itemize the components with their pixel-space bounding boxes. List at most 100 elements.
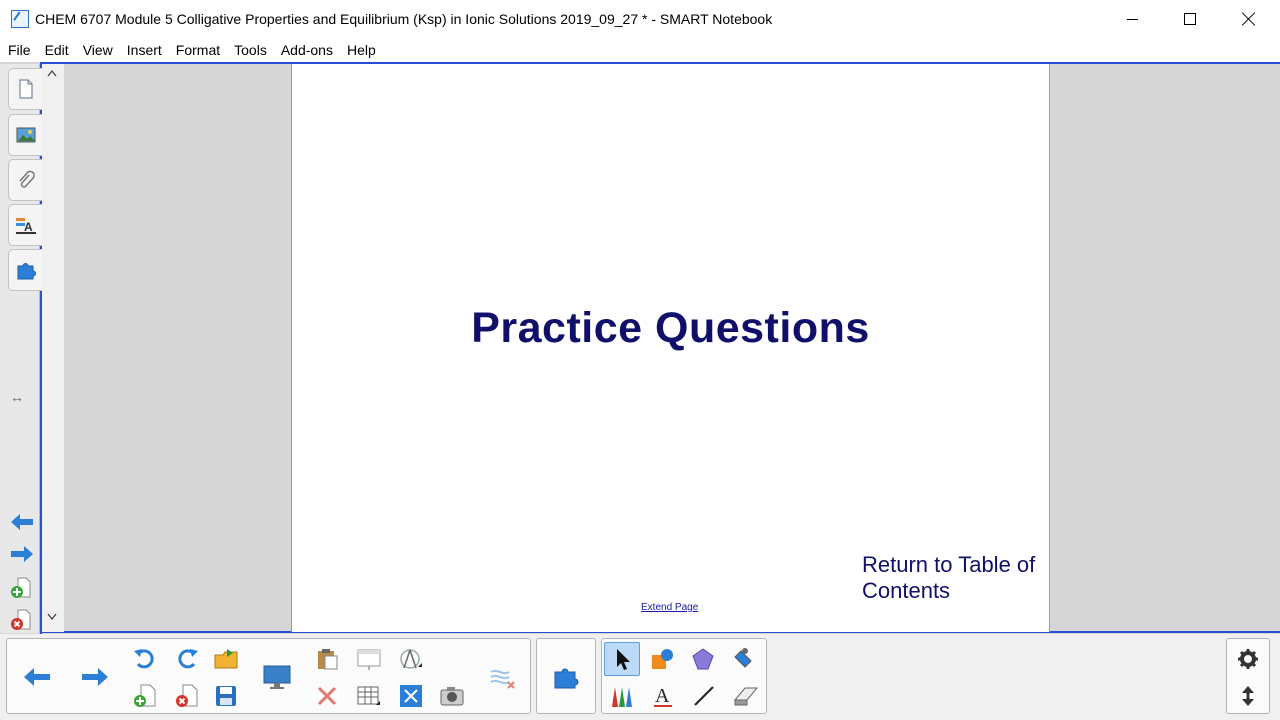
full-screen-button[interactable] <box>393 679 429 713</box>
addons-tab[interactable] <box>8 249 42 291</box>
pens-button[interactable] <box>604 679 640 713</box>
move-sidebar-icon[interactable]: ↔ <box>10 389 24 405</box>
menu-format[interactable]: Format <box>169 38 227 62</box>
monitor-icon <box>263 665 291 689</box>
addons-button[interactable] <box>548 642 584 712</box>
toolbar-addons-group <box>536 638 596 714</box>
paste-button[interactable] <box>309 642 345 676</box>
select-button[interactable] <box>604 642 640 676</box>
toolbar-settings-group <box>1226 638 1270 714</box>
gear-icon <box>1238 649 1258 669</box>
text-icon: A <box>654 685 672 707</box>
puzzle-icon <box>554 668 579 689</box>
menu-insert[interactable]: Insert <box>120 38 169 62</box>
sidebar-panel <box>42 64 64 632</box>
side-tab-strip: A ↔ <box>0 64 42 633</box>
open-folder-icon <box>214 649 238 669</box>
puzzle-icon <box>17 263 36 280</box>
full-screen-icon <box>400 685 422 707</box>
window-title: CHEM 6707 Module 5 Colligative Propertie… <box>35 11 773 27</box>
camera-icon <box>440 687 464 706</box>
screen-display-button[interactable] <box>259 642 295 712</box>
save-icon <box>216 686 236 706</box>
screen-shade-icon <box>357 649 381 670</box>
pens-icon <box>612 687 632 707</box>
shapes-icon <box>652 649 673 669</box>
return-to-contents-link[interactable]: Return to Table of Contents <box>862 552 1037 604</box>
move-toolbar-button[interactable] <box>1230 679 1266 713</box>
line-icon <box>694 686 714 706</box>
fill-button[interactable] <box>686 642 722 676</box>
magic-pen-icon <box>490 669 515 689</box>
smart-notebook-window: CHEM 6707 Module 5 Colligative Propertie… <box>0 0 1280 720</box>
menu-file[interactable]: File <box>1 38 38 62</box>
paperclip-icon <box>18 170 35 188</box>
add-page-button[interactable] <box>127 679 163 713</box>
scroll-down-icon[interactable] <box>47 613 57 621</box>
minimize-icon <box>1126 18 1138 20</box>
maximize-icon <box>1184 13 1196 25</box>
table-icon <box>357 686 380 705</box>
next-page-button[interactable] <box>77 642 113 712</box>
title-bar: CHEM 6707 Module 5 Colligative Propertie… <box>0 0 1280 38</box>
magic-pen-button[interactable] <box>484 642 520 712</box>
next-page-icon[interactable] <box>10 545 34 563</box>
settings-button[interactable] <box>1230 642 1266 676</box>
menu-addons[interactable]: Add-ons <box>274 38 340 62</box>
menu-view[interactable]: View <box>76 38 120 62</box>
shapes-button[interactable] <box>645 642 681 676</box>
svg-text:A: A <box>655 685 670 707</box>
properties-button[interactable] <box>727 642 763 676</box>
text-button[interactable]: A <box>645 679 681 713</box>
notebook-page[interactable]: Practice Questions Return to Table of Co… <box>291 64 1050 632</box>
page-sorter-tab[interactable] <box>8 68 42 110</box>
previous-page-button[interactable] <box>19 642 55 712</box>
close-icon <box>1242 12 1256 26</box>
paint-bucket-icon <box>734 648 752 668</box>
open-file-button[interactable] <box>208 642 244 676</box>
menu-tools[interactable]: Tools <box>227 38 274 62</box>
extend-page-link[interactable]: Extend Page <box>641 602 698 613</box>
bottom-toolbar: A <box>0 634 1280 720</box>
toolbar-tools-group: A <box>601 638 767 714</box>
clipboard-icon <box>318 649 338 670</box>
undo-icon <box>134 649 154 669</box>
compass-icon <box>400 649 422 669</box>
fill-icon <box>692 648 714 670</box>
toolbar-main-group <box>6 638 531 714</box>
app-icon <box>11 10 29 28</box>
delete-x-icon <box>317 686 337 706</box>
undo-button[interactable] <box>127 642 163 676</box>
capture-button[interactable] <box>434 679 470 713</box>
properties-tab[interactable]: A <box>8 204 42 246</box>
page-title[interactable]: Practice Questions <box>292 304 1049 353</box>
screen-shade-button[interactable] <box>351 642 387 676</box>
gallery-icon <box>16 127 35 143</box>
scroll-up-icon[interactable] <box>47 69 57 77</box>
redo-icon <box>178 649 198 669</box>
page-sorter-icon <box>18 79 33 99</box>
pointer-icon <box>617 649 630 670</box>
delete-page-icon[interactable] <box>10 609 34 631</box>
menu-help[interactable]: Help <box>340 38 383 62</box>
redo-button[interactable] <box>169 642 205 676</box>
attachments-tab[interactable] <box>8 159 42 201</box>
delete-button[interactable] <box>309 679 345 713</box>
minimize-button[interactable] <box>1103 0 1161 38</box>
eraser-icon <box>733 687 759 706</box>
add-page-icon[interactable] <box>10 577 34 599</box>
gallery-tab[interactable] <box>8 114 42 156</box>
previous-page-icon[interactable] <box>10 513 34 531</box>
delete-page-button[interactable] <box>169 679 205 713</box>
close-button[interactable] <box>1220 0 1278 38</box>
maximize-button[interactable] <box>1161 0 1219 38</box>
menu-edit[interactable]: Edit <box>38 38 76 62</box>
svg-text:A: A <box>24 220 33 234</box>
lines-button[interactable] <box>686 679 722 713</box>
insert-table-button[interactable] <box>351 679 387 713</box>
measurement-tools-button[interactable] <box>393 642 429 676</box>
updown-arrow-icon <box>1242 686 1254 706</box>
next-page-icon <box>82 668 108 686</box>
save-button[interactable] <box>208 679 244 713</box>
eraser-button[interactable] <box>727 679 763 713</box>
